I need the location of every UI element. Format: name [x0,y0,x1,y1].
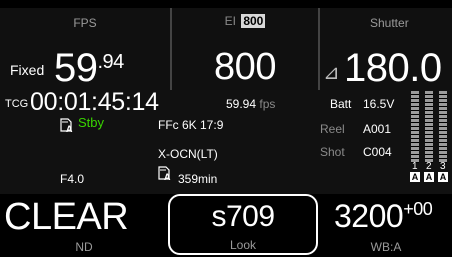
look-value: s709 [211,200,275,233]
battery-label: Batt [330,97,352,111]
wb-label: WB:A [370,240,402,254]
wb-panel[interactable]: 3200+00 WB:A [320,194,452,257]
audio-channel-3: 3 [440,161,446,172]
wb-value: 3200+00 [334,198,433,234]
reel-value: A001 [363,122,392,136]
ei-label: EI [224,14,236,28]
reel-label: Reel [320,122,345,136]
shutter-panel[interactable]: Shutter ⊿ 180.0 [320,8,452,90]
ei-value: 800 [214,46,276,88]
audio-source-3: A [438,172,448,182]
ei-panel[interactable]: EI 800 800 [172,8,318,90]
ei-label-row: EI 800 [172,14,318,28]
audio-meter-1 [411,91,419,163]
media-remaining: 359min [178,172,218,186]
audio-source-2: A [424,172,434,182]
audio-channel-1: 1 [412,161,418,172]
fps-whole: 59 [54,46,98,90]
timecode[interactable]: 00:01:45:14 [30,88,159,117]
nd-panel[interactable]: CLEAR ND [0,194,168,257]
shutter-value: 180.0 [344,46,442,90]
fps-panel[interactable]: FPS Fixed 59.94 [0,8,170,90]
fps-value: 59.94 [54,48,124,88]
timecode-rate: 59.94 fps [226,97,275,111]
tc-rate-unit: fps [259,97,276,111]
media-remaining-slot: A [164,172,171,182]
nd-value: CLEAR [4,196,129,238]
audio-meter-2 [425,91,433,163]
shutter-angle-icon: ⊿ [323,62,340,84]
wb-kelvin: 3200 [334,198,404,234]
wb-tint: +00 [403,199,433,219]
look-panel[interactable]: s709 Look [168,194,318,255]
fps-label: FPS [73,16,97,30]
codec: X-OCN(LT) [158,147,218,161]
record-status: Stby [78,115,105,130]
nd-label: ND [75,240,93,254]
tcg-label: TCG [5,98,29,110]
fps-fraction: .94 [97,51,125,73]
iris-value[interactable]: F4.0 [60,172,84,186]
shutter-label: Shutter [370,16,409,30]
ei-badge: 800 [241,14,266,28]
shot-label: Shot [320,145,345,159]
look-label: Look [229,238,257,252]
fps-mode: Fixed [10,62,45,78]
tc-rate-value: 59.94 [226,97,257,111]
card-slot-label: A [66,124,73,134]
shot-value: C004 [363,145,392,159]
audio-channel-2: 2 [426,161,432,172]
recording-format: FFc 6K 17:9 [158,118,224,132]
audio-meter-3 [439,91,447,163]
battery-value: 16.5V [363,97,395,111]
audio-source-1: A [410,172,420,182]
